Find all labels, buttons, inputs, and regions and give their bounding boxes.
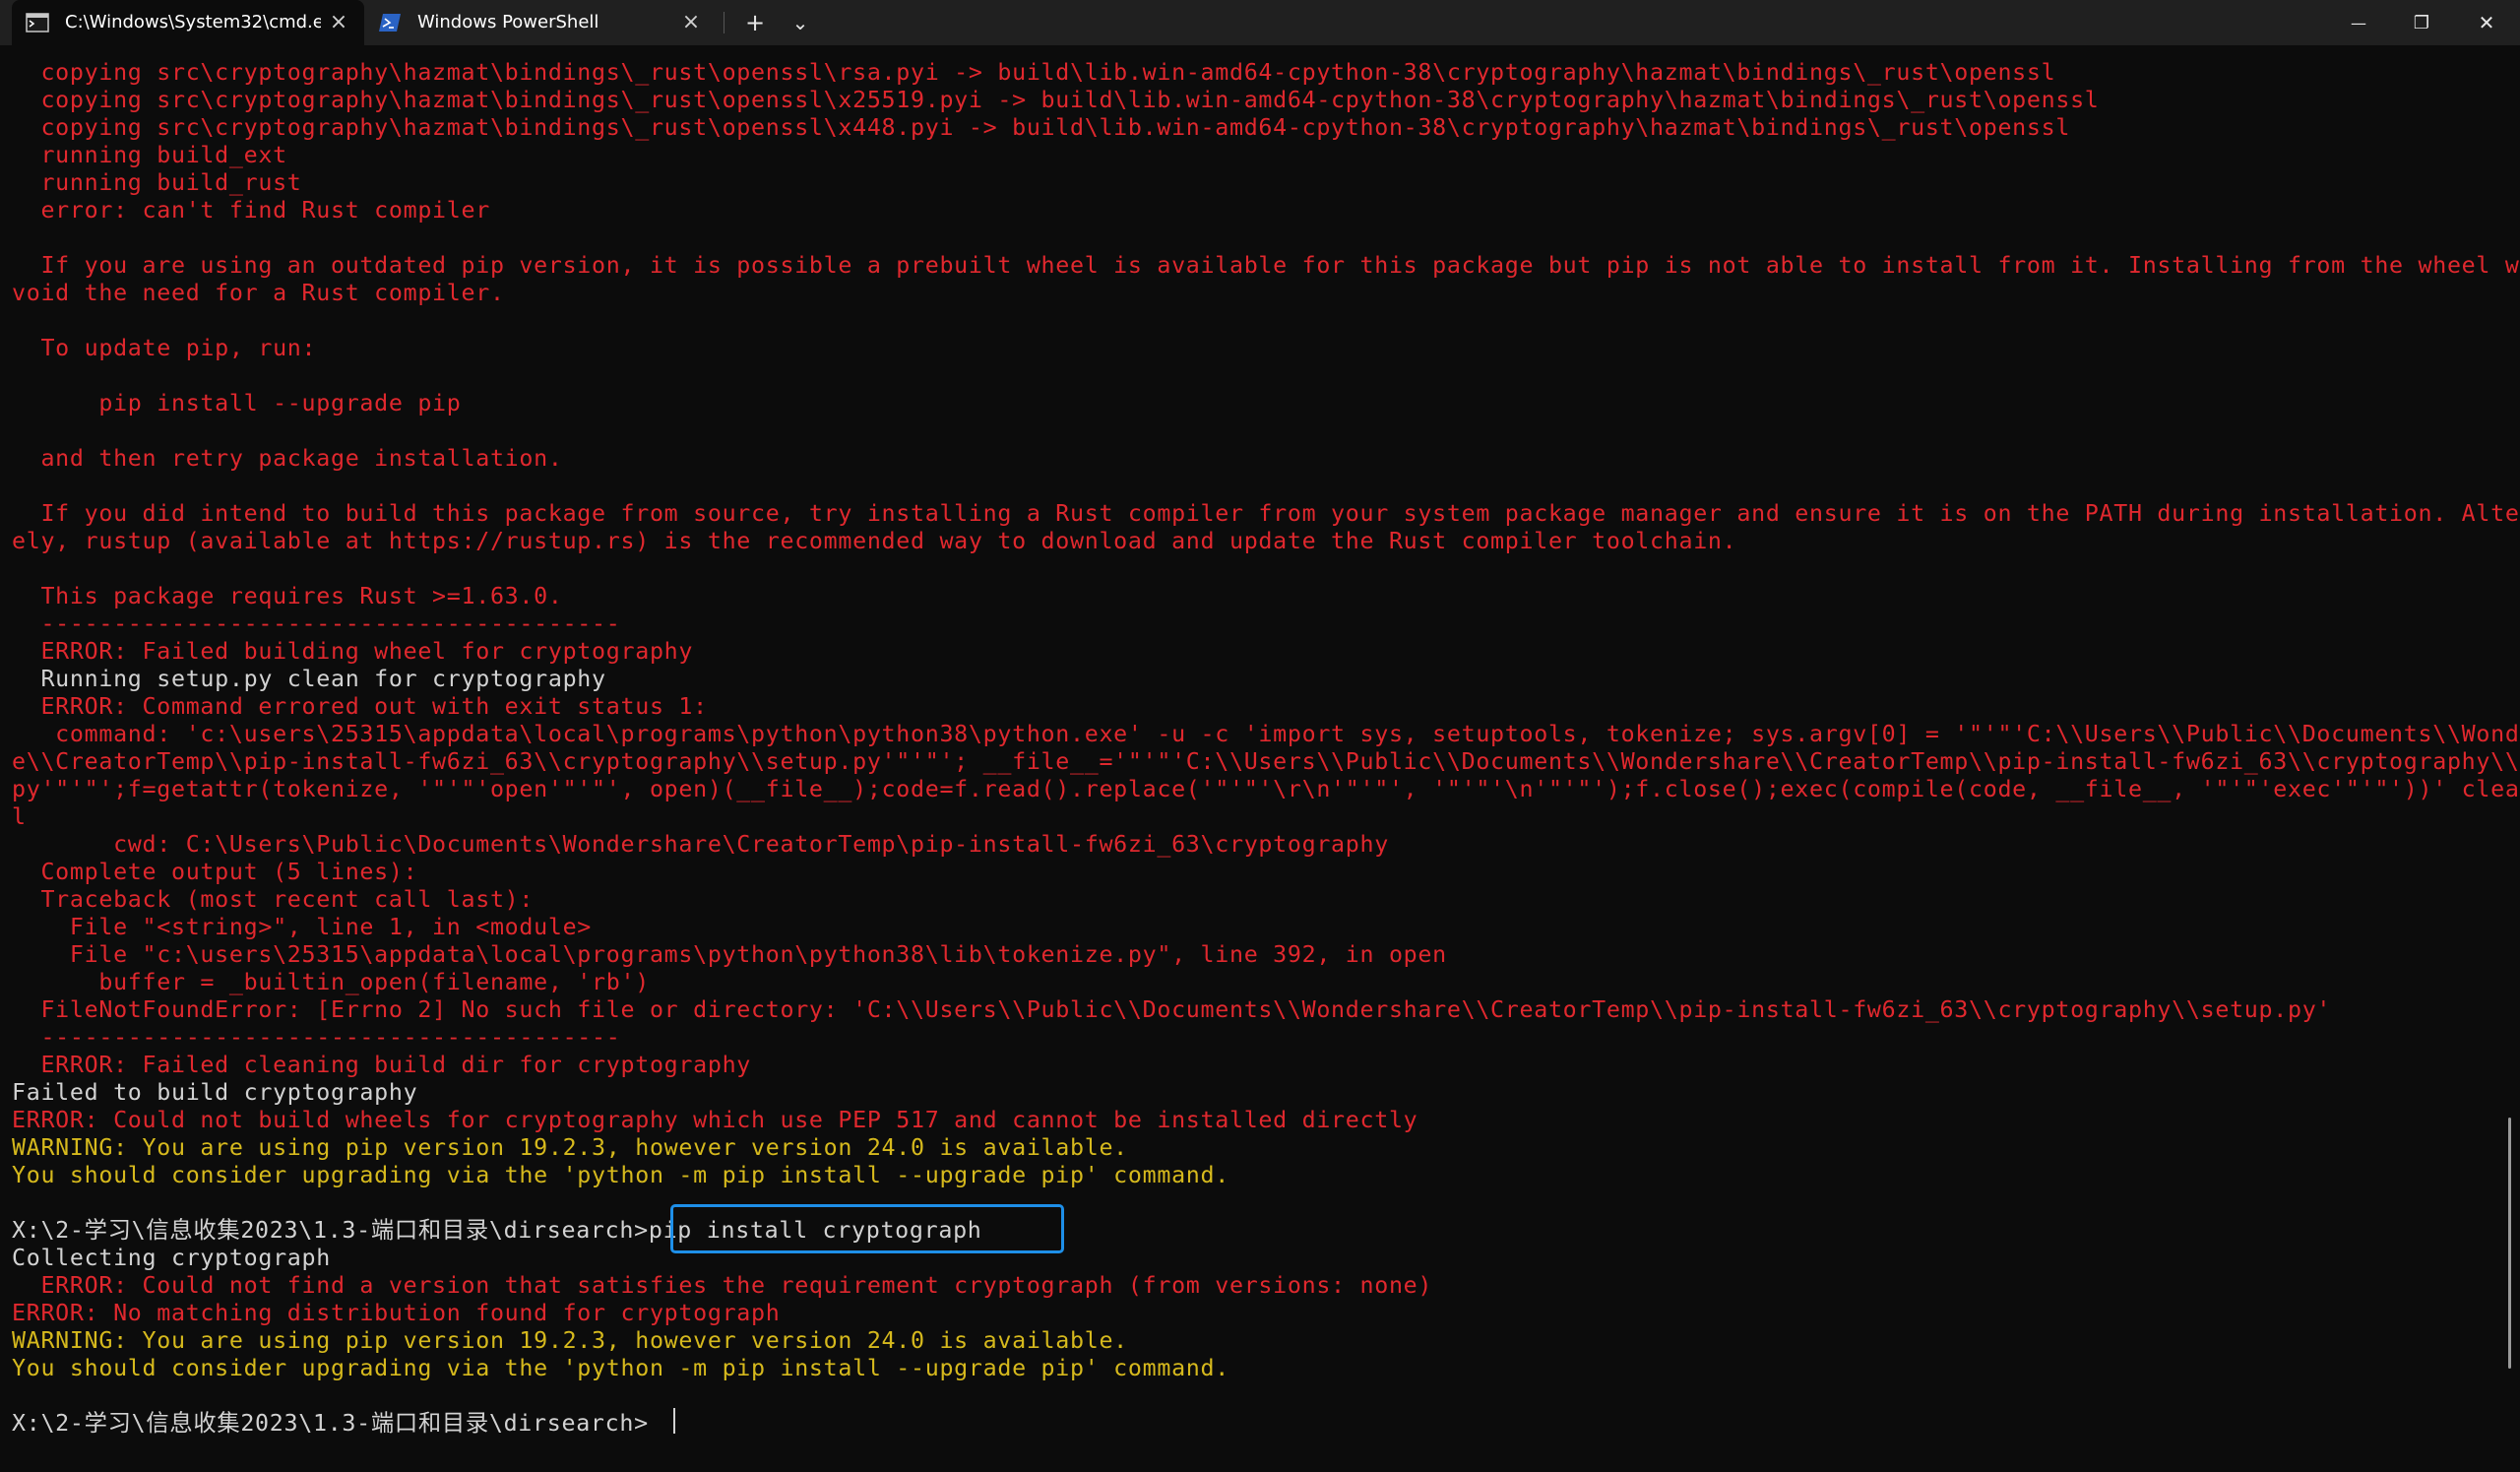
tab-cmd-label: C:\Windows\System32\cmd.e <box>65 12 321 32</box>
terminal-line: File "<string>", line 1, in <module> <box>12 914 593 940</box>
terminal-line: ERROR: Failed building wheel for cryptog… <box>12 638 694 665</box>
terminal-line: and then retry package installation. <box>12 445 563 472</box>
terminal-line: copying src\cryptography\hazmat\bindings… <box>12 114 2071 141</box>
terminal-line: ERROR: Could not find a version that sat… <box>12 1272 1433 1299</box>
terminal-line: buffer = _builtin_open(filename, 'rb') <box>12 969 650 995</box>
terminal-line: copying src\cryptography\hazmat\bindings… <box>12 59 2056 86</box>
terminal-line: ---------------------------------------- <box>12 610 621 637</box>
terminal-line: FileNotFoundError: [Errno 2] No such fil… <box>12 996 2332 1023</box>
tab-powershell[interactable]: Windows PowerShell × <box>364 0 717 45</box>
new-tab-button[interactable]: + <box>733 0 777 45</box>
tab-cmd[interactable]: C:\Windows\System32\cmd.e × <box>12 0 364 45</box>
terminal-line: pip install --upgrade pip <box>12 390 462 416</box>
terminal-line: ---------------------------------------- <box>12 1024 621 1051</box>
terminal-line: This package requires Rust >=1.63.0. <box>12 583 563 609</box>
minimize-button[interactable]: — <box>2327 0 2390 45</box>
terminal-output[interactable]: copying src\cryptography\hazmat\bindings… <box>0 45 2520 1472</box>
terminal-line: You should consider upgrading via the 'p… <box>12 1355 1229 1381</box>
terminal-line: ERROR: No matching distribution found fo… <box>12 1300 781 1326</box>
terminal-line: WARNING: You are using pip version 19.2.… <box>12 1327 1128 1354</box>
terminal-line: Running setup.py clean for cryptography <box>12 666 606 692</box>
close-window-button[interactable]: ✕ <box>2453 0 2520 45</box>
terminal-line: ely, rustup (available at https://rustup… <box>12 528 1737 554</box>
text-cursor <box>673 1408 675 1434</box>
maximize-button[interactable]: ❐ <box>2390 0 2453 45</box>
terminal-line: running build_rust <box>12 169 302 196</box>
cmd-icon <box>26 13 49 32</box>
terminal-line: ERROR: Command errored out with exit sta… <box>12 693 708 720</box>
terminal-line: l <box>12 803 27 830</box>
command-highlight-box <box>670 1204 1064 1253</box>
tab-powershell-close-icon[interactable]: × <box>679 11 703 34</box>
terminal-line: Collecting cryptograph <box>12 1245 331 1271</box>
terminal-line: ERROR: Failed cleaning build dir for cry… <box>12 1052 752 1078</box>
terminal-line: void the need for a Rust compiler. <box>12 280 505 306</box>
terminal-line: Traceback (most recent call last): <box>12 886 535 913</box>
terminal-line: command: 'c:\users\25315\appdata\local\p… <box>12 721 2520 747</box>
terminal-line: X:\2-学习\信息收集2023\1.3-端口和目录\dirsearch> <box>12 1410 649 1437</box>
terminal-line: You should consider upgrading via the 'p… <box>12 1162 1229 1188</box>
terminal-line: copying src\cryptography\hazmat\bindings… <box>12 87 2100 113</box>
tab-powershell-label: Windows PowerShell <box>417 12 599 32</box>
terminal-line: running build_ext <box>12 142 287 168</box>
terminal-line: ERROR: Could not build wheels for crypto… <box>12 1107 1418 1133</box>
powershell-icon <box>378 13 402 32</box>
terminal-line: If you did intend to build this package … <box>12 500 2520 527</box>
terminal-line: WARNING: You are using pip version 19.2.… <box>12 1134 1128 1161</box>
terminal-line: If you are using an outdated pip version… <box>12 252 2520 279</box>
terminal-line: Failed to build cryptography <box>12 1079 418 1106</box>
tab-cmd-close-icon[interactable]: × <box>327 11 350 34</box>
scrollbar-thumb[interactable] <box>2508 1118 2511 1369</box>
terminal-line: cwd: C:\Users\Public\Documents\Wondersha… <box>12 831 1389 858</box>
title-bar: C:\Windows\System32\cmd.e × Windows Powe… <box>0 0 2520 45</box>
chevron-down-icon[interactable]: ⌄ <box>779 0 822 45</box>
terminal-line: py'"'"';f=getattr(tokenize, '"'"'open'"'… <box>12 776 2520 802</box>
terminal-line: e\\CreatorTemp\\pip-install-fw6zi_63\\cr… <box>12 748 2520 775</box>
terminal-line: To update pip, run: <box>12 335 317 361</box>
terminal-line: Complete output (5 lines): <box>12 859 418 885</box>
terminal-line: error: can't find Rust compiler <box>12 197 490 224</box>
terminal-line: File "c:\users\25315\appdata\local\progr… <box>12 941 1447 968</box>
